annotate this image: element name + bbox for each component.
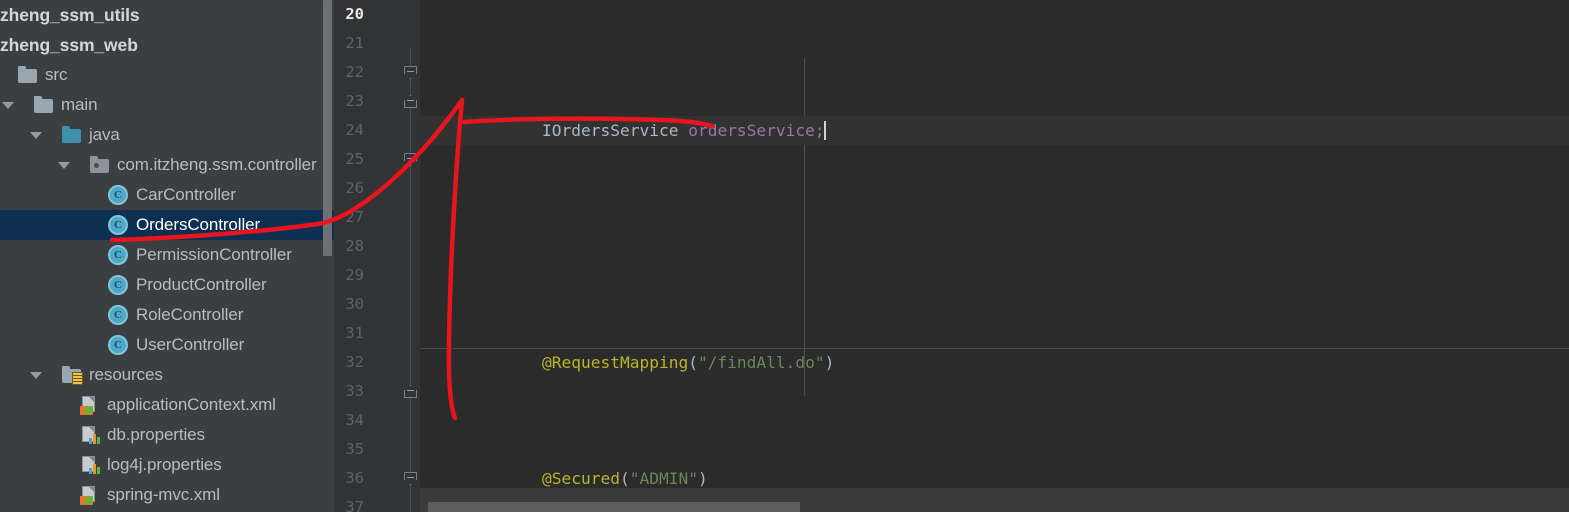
line-number: 23 [345, 92, 364, 110]
indent-guide-line [804, 58, 805, 396]
tree-item-spring-mvc-xml[interactable]: spring-mvc.xml [0, 480, 334, 510]
line-number: 20 [345, 5, 364, 23]
line-number: 26 [345, 179, 364, 197]
code-content[interactable]: IOrdersService ordersService; @RequestMa… [420, 0, 1569, 512]
fold-marker-line-22[interactable] [404, 66, 418, 80]
fold-marker-line-36[interactable] [404, 472, 418, 486]
tree-item-log4j-properties[interactable]: log4j.properties [0, 450, 334, 480]
tree-item-java[interactable]: java [0, 120, 334, 150]
line-number: 24 [345, 121, 364, 139]
folder-icon [34, 96, 54, 114]
line-number: 29 [345, 266, 364, 284]
java-class-icon: C [108, 275, 128, 295]
line-number: 32 [345, 353, 364, 371]
token-string: "/findAll.do" [697, 353, 825, 372]
code-line-21[interactable] [420, 232, 1569, 261]
token-annotation: @Secured [542, 469, 620, 488]
fold-marker-line-23[interactable] [404, 95, 418, 109]
tree-item-car-controller[interactable]: C CarController [0, 180, 334, 210]
tree-item-user-controller[interactable]: C UserController [0, 330, 334, 360]
line-number: 28 [345, 237, 364, 255]
line-number: 30 [345, 295, 364, 313]
tree-item-label: applicationContext.xml [107, 395, 276, 414]
tree-item-role-controller[interactable]: C RoleController [0, 300, 334, 330]
ide-window: zheng_ssm_utils zheng_ssm_web src main j… [0, 0, 1569, 512]
tree-item-module-zheng-ssm-utils[interactable]: zheng_ssm_utils [0, 0, 334, 30]
chevron-down-icon[interactable] [28, 127, 44, 143]
tree-item-package-com-itzheng-ssm-controller[interactable]: com.itzheng.ssm.controller [0, 150, 334, 180]
line-number: 31 [345, 324, 364, 342]
properties-file-icon [80, 455, 100, 475]
chevron-down-icon[interactable] [28, 367, 44, 383]
tree-item-label: UserController [136, 335, 245, 354]
tree-item-label: main [61, 95, 98, 114]
spring-xml-file-icon [80, 485, 100, 505]
fold-marker-line-25[interactable] [404, 153, 418, 167]
tree-item-label: java [89, 125, 120, 144]
java-class-icon: C [108, 305, 128, 325]
tree-item-resources[interactable]: resources [0, 360, 334, 390]
line-number: 35 [345, 440, 364, 458]
line-number: 33 [345, 382, 364, 400]
line-number: 25 [345, 150, 364, 168]
folder-icon [18, 66, 38, 84]
tree-item-label: log4j.properties [107, 455, 222, 474]
line-number: 36 [345, 469, 364, 487]
tree-item-label: ProductController [136, 275, 267, 294]
code-line-22[interactable]: @RequestMapping("/findAll.do") [420, 348, 1569, 377]
tree-item-module-zheng-ssm-web[interactable]: zheng_ssm_web [0, 30, 334, 60]
editor-gutter[interactable]: 20 21 22 23 24 25 26 27 28 29 30 31 32 3… [334, 0, 420, 512]
chevron-down-icon[interactable] [56, 157, 72, 173]
line-number: 34 [345, 411, 364, 429]
code-line-20[interactable]: IOrdersService ordersService; [420, 116, 1569, 145]
source-folder-icon [62, 126, 82, 144]
tree-item-permission-controller[interactable]: C PermissionController [0, 240, 334, 270]
token-type-name: IOrdersService [542, 121, 679, 140]
line-number: 27 [345, 208, 364, 226]
token-string: "ADMIN" [629, 469, 698, 488]
token-field: ordersService; [688, 121, 825, 140]
token-annotation: @RequestMapping [542, 353, 689, 372]
tree-item-label: db.properties [107, 425, 205, 444]
fold-guide-line [410, 48, 411, 512]
tree-item-src[interactable]: src [0, 60, 334, 90]
tree-item-label: spring-mvc.xml [107, 485, 220, 504]
line-number: 37 [345, 498, 364, 512]
tree-item-label: RoleController [136, 305, 244, 324]
resources-folder-icon [62, 366, 83, 385]
code-editor[interactable]: 20 21 22 23 24 25 26 27 28 29 30 31 32 3… [334, 0, 1569, 512]
tree-item-label: resources [89, 365, 163, 384]
tree-item-orders-controller[interactable]: C OrdersController [0, 210, 334, 240]
tree-item-db-properties[interactable]: db.properties [0, 420, 334, 450]
spring-xml-file-icon [80, 395, 100, 415]
line-number: 21 [345, 34, 364, 52]
tree-item-label: src [45, 65, 68, 84]
line-number: 22 [345, 63, 364, 81]
fold-marker-line-33[interactable] [404, 385, 418, 399]
tree-item-label: com.itzheng.ssm.controller [117, 155, 317, 174]
tree-item-label: PermissionController [136, 245, 292, 264]
properties-file-icon [80, 425, 100, 445]
text-caret [823, 121, 826, 140]
tree-item-product-controller[interactable]: C ProductController [0, 270, 334, 300]
chevron-down-icon[interactable] [0, 97, 16, 113]
tree-item-label: CarController [136, 185, 236, 204]
java-class-icon: C [108, 185, 128, 205]
collapse-arrow-placeholder [0, 67, 16, 83]
project-tree-panel[interactable]: zheng_ssm_utils zheng_ssm_web src main j… [0, 0, 334, 512]
tree-item-label: OrdersController [136, 215, 261, 234]
tree-item-label: zheng_ssm_web [0, 34, 138, 55]
tree-item-main[interactable]: main [0, 90, 334, 120]
java-class-icon: C [108, 245, 128, 265]
package-icon [90, 156, 110, 174]
java-class-icon: C [108, 335, 128, 355]
tree-item-label: zheng_ssm_utils [0, 4, 140, 25]
sidebar-vertical-scrollbar[interactable] [323, 0, 332, 256]
java-class-icon: C [108, 215, 128, 235]
editor-horizontal-scrollbar[interactable] [428, 502, 800, 512]
tree-item-application-context-xml[interactable]: applicationContext.xml [0, 390, 334, 420]
